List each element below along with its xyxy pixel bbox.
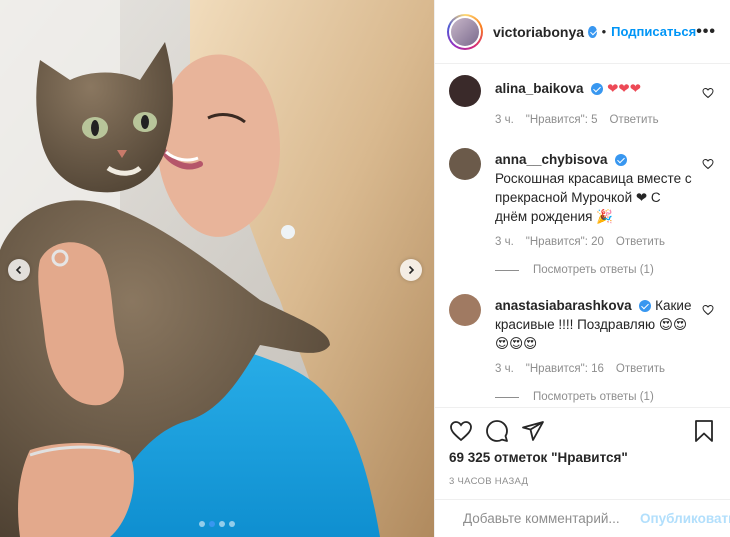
commenter-username[interactable]: anastasiabarashkova — [495, 298, 632, 313]
comments-list[interactable]: alina_baikova ❤❤❤ 3 ч. "Нравится": 5 Отв… — [435, 65, 730, 407]
comment-time[interactable]: 3 ч. — [495, 236, 514, 248]
comment-time[interactable]: 3 ч. — [495, 114, 514, 126]
post-modal: victoriabonya • Подписаться ••• alina_ba… — [0, 0, 730, 537]
publish-button[interactable]: Опубликовать — [640, 511, 730, 526]
comment-input[interactable] — [463, 511, 640, 526]
previous-slide-button[interactable] — [8, 259, 30, 281]
verified-icon — [639, 300, 652, 313]
verified-icon — [588, 25, 597, 38]
author-username[interactable]: victoriabonya — [493, 24, 584, 40]
like-heart-icon[interactable] — [449, 419, 473, 443]
reply-button[interactable]: Ответить — [616, 363, 665, 375]
replies-divider — [495, 396, 519, 398]
carousel-dot — [199, 521, 205, 527]
commenter-username[interactable]: anna__chybisova — [495, 152, 608, 167]
post-side-panel: victoriabonya • Подписаться ••• alina_ba… — [434, 0, 730, 537]
view-replies-button[interactable]: Посмотреть ответы (1) — [495, 391, 694, 403]
verified-icon — [591, 83, 604, 96]
view-replies-button[interactable]: Посмотреть ответы (1) — [495, 264, 694, 276]
carousel-dot — [229, 521, 235, 527]
next-slide-button[interactable] — [400, 259, 422, 281]
reply-button[interactable]: Ответить — [609, 114, 658, 126]
commenter-avatar[interactable] — [449, 148, 481, 180]
share-plane-icon[interactable] — [521, 419, 545, 443]
comment-item: anastasiabarashkova Какие красивые !!!! … — [449, 286, 718, 403]
follow-button[interactable]: Подписаться — [611, 24, 696, 39]
chevron-right-icon — [408, 265, 415, 275]
post-actions: 69 325 отметок "Нравится" 3 ЧАСОВ НАЗАД — [435, 407, 730, 487]
carousel-dot — [209, 521, 215, 527]
carousel-indicator — [199, 521, 235, 527]
comment-item: anna__chybisova Роскошная красавица вмес… — [449, 140, 718, 276]
comment-text: Роскошная красавица вместе с прекрасной … — [495, 171, 692, 224]
post-timestamp[interactable]: 3 ЧАСОВ НАЗАД — [449, 476, 716, 487]
post-photo[interactable] — [0, 0, 434, 537]
photo-image — [0, 0, 434, 537]
view-replies-label: Посмотреть ответы (1) — [533, 264, 654, 276]
add-comment-bar: Опубликовать — [435, 499, 730, 537]
bookmark-icon[interactable] — [692, 419, 716, 443]
separator-dot: • — [601, 24, 607, 39]
carousel-dot — [219, 521, 225, 527]
like-comment-heart-icon[interactable] — [702, 158, 714, 170]
comment-text: ❤❤❤ — [607, 81, 642, 96]
likes-count[interactable]: 69 325 отметок "Нравится" — [449, 450, 716, 465]
comment-likes[interactable]: "Нравится": 5 — [526, 114, 598, 126]
comment-item: alina_baikova ❤❤❤ 3 ч. "Нравится": 5 Отв… — [449, 67, 718, 126]
commenter-username[interactable]: alina_baikova — [495, 81, 584, 96]
comment-likes[interactable]: "Нравится": 20 — [526, 236, 604, 248]
comment-likes[interactable]: "Нравится": 16 — [526, 363, 604, 375]
like-comment-heart-icon[interactable] — [702, 87, 714, 99]
comment-bubble-icon[interactable] — [485, 419, 509, 443]
author-avatar[interactable] — [447, 13, 483, 50]
replies-divider — [495, 269, 519, 271]
comment-time[interactable]: 3 ч. — [495, 363, 514, 375]
chevron-left-icon — [15, 265, 22, 275]
view-replies-label: Посмотреть ответы (1) — [533, 391, 654, 403]
commenter-avatar[interactable] — [449, 294, 481, 326]
post-header: victoriabonya • Подписаться ••• — [435, 0, 730, 64]
like-comment-heart-icon[interactable] — [702, 304, 714, 316]
commenter-avatar[interactable] — [449, 75, 481, 107]
verified-icon — [615, 154, 628, 167]
more-options-icon[interactable]: ••• — [696, 23, 716, 41]
reply-button[interactable]: Ответить — [616, 236, 665, 248]
